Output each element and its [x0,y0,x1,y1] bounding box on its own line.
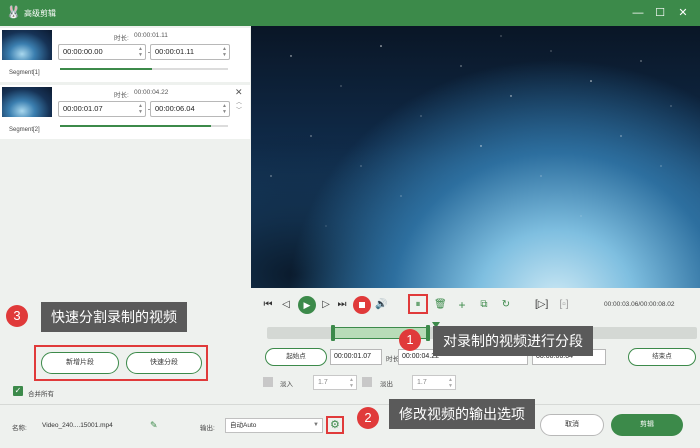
next-frame-icon[interactable]: ▷ [320,298,332,312]
segment-progress [60,68,228,70]
trim-start-input[interactable]: 00:00:01.07 [330,349,382,365]
segment-start-input[interactable]: 00:00:01.07 ▲ ▼ [58,101,146,117]
timeline-start-handle[interactable] [331,325,335,341]
set-start-label: 起始点 [286,353,306,360]
fade-out-label: 淡出 [380,381,393,388]
segment-end-input[interactable]: 00:00:06.04 ▲ ▼ [150,101,230,117]
delete-icon[interactable]: 🗑 [434,298,447,312]
duration-value: 00:00:04.22 [134,89,169,96]
reset-icon[interactable]: ↻ [500,298,512,312]
set-end-label: 结束点 [652,353,672,360]
file-name-value: Video_240....15001.mp4 [42,422,113,429]
jump-to-start-icon[interactable]: ⏮ [262,298,274,312]
set-start-button[interactable]: 起始点 [265,348,327,366]
spin-arrows-icon[interactable]: ▲ ▼ [138,103,143,115]
volume-icon[interactable]: 🔊 [375,298,387,312]
merge-all-checkbox[interactable]: ✓ [13,386,23,396]
segment-end-value: 00:00:01.11 [155,47,195,56]
segment-start-value: 00:00:01.07 [63,104,103,113]
starfield [270,35,672,227]
close-button[interactable]: ✕ [673,4,693,22]
fade-out-checkbox[interactable] [362,377,372,387]
fade-in-checkbox[interactable] [263,377,273,387]
segment-progress-fill [60,68,153,70]
gear-icon[interactable]: ⚙ [330,419,340,431]
file-name-label: 名称: [12,425,27,432]
callout-number-badge: 3 [6,305,28,327]
minimize-button[interactable]: — [628,4,648,22]
segment-progress [60,125,228,127]
fast-split-button[interactable]: 快速分段 [126,352,202,374]
segment-name: Segment[2] [9,127,40,133]
duration-label: 时长: [114,35,129,42]
fade-in-input[interactable]: 1.7 ▲ ▼ [313,375,357,390]
callout-number-badge: 1 [399,329,421,351]
output-label: 输出: [200,425,215,432]
stop-button[interactable] [353,296,371,314]
play-button[interactable]: ▶ [298,296,316,314]
merge-all-label: 合并所有 [28,391,54,398]
segment-start-value: 00:00:00.00 [63,47,103,56]
segment-end-value: 00:00:06.04 [155,104,195,113]
new-segment-button[interactable]: 新增片段 [41,352,119,374]
segment-item[interactable]: Segment[1] 时长: 00:00:01.11 00:00:00.00 ▲… [0,28,250,82]
output-select[interactable]: 自动Auto ▼ [225,418,323,433]
app-logo-icon: 🐰 [6,5,21,19]
spin-arrows-icon[interactable]: ▲ ▼ [222,46,227,58]
callout-fast-split: 快速分割录制的视频 [41,302,187,332]
add-icon[interactable]: + [456,298,468,312]
segment-start-input[interactable]: 00:00:00.00 ▲ ▼ [58,44,146,60]
time-readout: 00:00:03.06/00:00:08.02 [604,301,675,308]
segment-thumbnail [2,30,52,60]
fade-out-input[interactable]: 1.7 ▲ ▼ [412,375,456,390]
rename-icon[interactable]: ✎ [150,420,158,431]
segment-name: Segment[1] [9,70,40,76]
timeline-end-handle[interactable] [426,325,430,341]
video-preview [251,26,700,288]
duration-value: 00:00:01.11 [134,32,168,39]
spin-arrows-icon[interactable]: ▲ ▼ [138,46,143,58]
split-icon[interactable]: ⏸ [412,298,424,312]
window-title: 高级剪辑 [24,9,56,18]
duration-label: 时长: [114,92,129,99]
previous-frame-icon[interactable]: ◁ [280,298,292,312]
callout-split: 对录制的视频进行分段 [433,326,593,356]
set-end-button[interactable]: 结束点 [628,348,696,366]
spin-arrows-icon[interactable]: ▲ ▼ [448,377,453,389]
fade-in-value: 1.7 [318,379,328,386]
maximize-button[interactable]: ☐ [650,4,670,22]
fade-in-label: 淡入 [280,381,293,388]
callout-number-badge: 2 [357,407,379,429]
output-select-value: 自动Auto [230,422,257,429]
title-bar: 🐰 高级剪辑 — ☐ ✕ [0,0,700,26]
segment-end-input[interactable]: 00:00:01.11 ▲ ▼ [150,44,230,60]
chevron-down-icon: ▼ [313,422,319,428]
segment-progress-fill [60,125,212,127]
fade-out-value: 1.7 [417,379,427,386]
jump-to-end-icon[interactable]: ⏭ [336,298,348,312]
segment-thumbnail [2,87,52,117]
cancel-button[interactable]: 取消 [540,414,604,436]
copy-icon[interactable]: ⧉ [478,298,490,312]
remove-segment-icon[interactable]: ✕ [235,87,243,98]
segment-item[interactable]: Segment[2] 时长: 00:00:04.22 00:00:01.07 ▲… [0,85,250,139]
mark-in-icon[interactable]: [▷] [535,298,548,312]
mark-out-icon[interactable]: [▫] [558,298,570,312]
spin-arrows-icon[interactable]: ▲ ▼ [349,377,354,389]
reorder-arrows-icon[interactable]: ︿ ﹀ [236,99,242,115]
edit-button[interactable]: 剪辑 [611,414,683,436]
callout-output-options: 修改视频的输出选项 [389,399,535,429]
spin-arrows-icon[interactable]: ▲ ▼ [222,103,227,115]
